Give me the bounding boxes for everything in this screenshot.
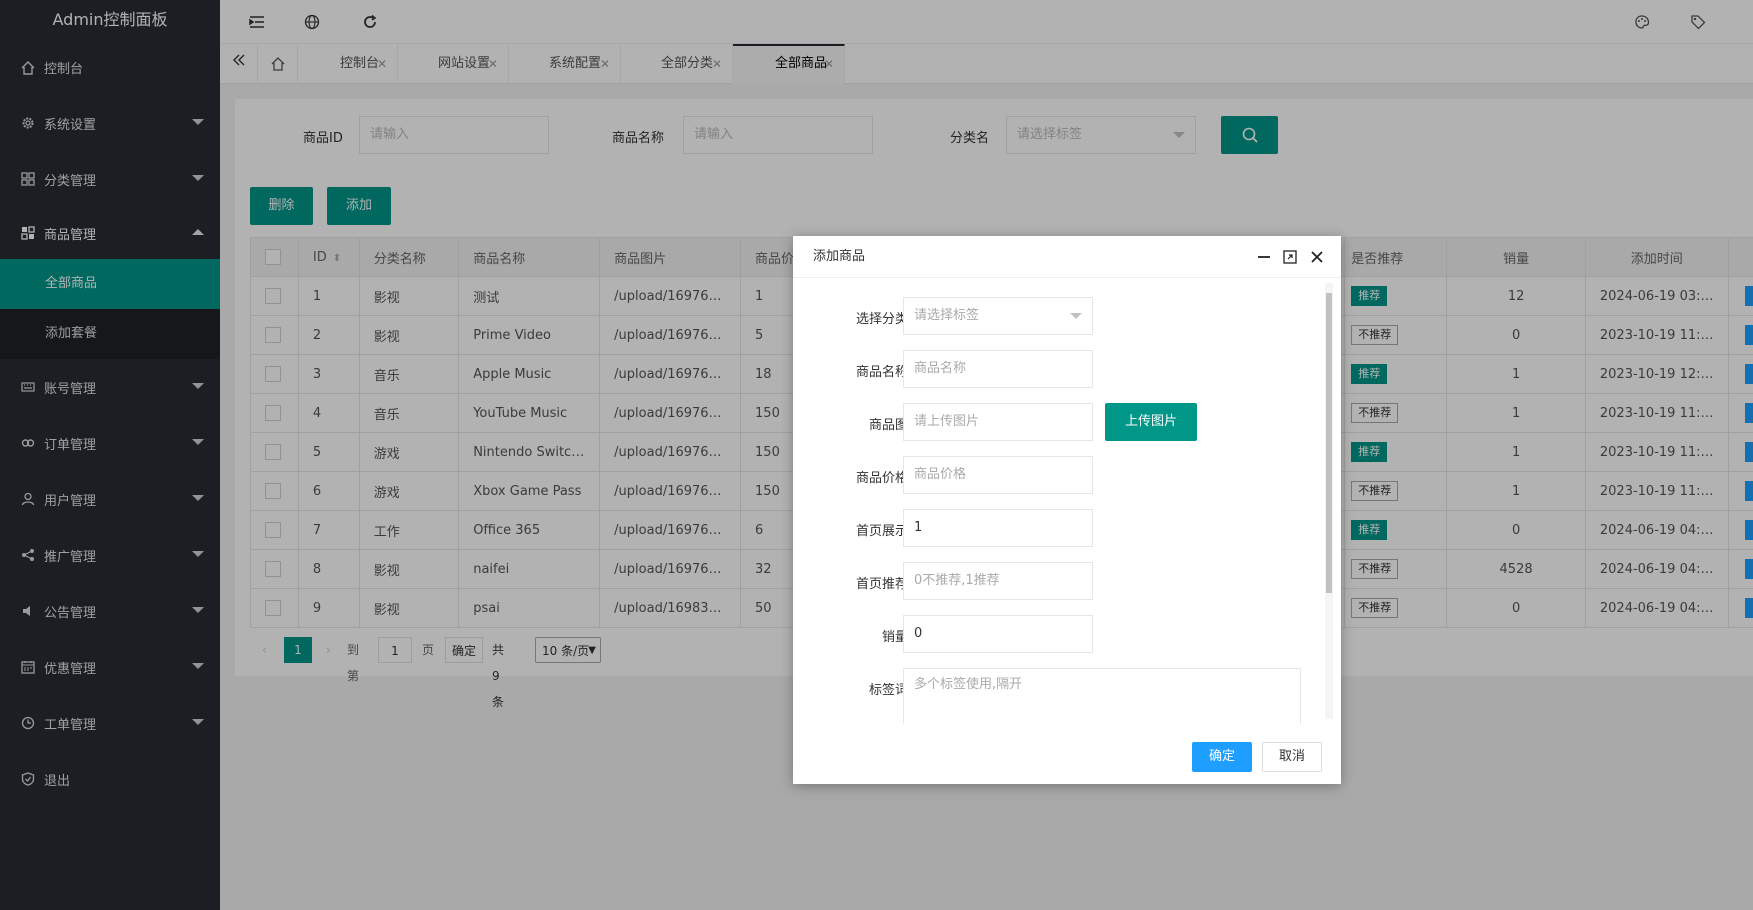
maximize-icon[interactable] — [1280, 247, 1300, 267]
scrollbar-thumb[interactable] — [1326, 293, 1332, 593]
field-home-recommend-input[interactable]: 0不推荐,1推荐 — [903, 562, 1093, 600]
close-icon[interactable] — [1307, 247, 1327, 267]
field-category-label: 选择分类 — [855, 312, 908, 327]
field-sales-label: 销量 — [881, 630, 908, 645]
dialog-body: 选择分类 请选择标签 商品名称 商品名称 商品图 请上传图片 上传图片 商品价格… — [793, 279, 1341, 724]
dialog-title: 添加商品 — [813, 249, 866, 264]
field-image-input[interactable]: 请上传图片 — [903, 403, 1093, 441]
field-home-display-input[interactable]: 1 — [903, 509, 1093, 547]
dialog-scrollbar[interactable] — [1325, 283, 1333, 719]
dialog-title-bar: 添加商品 — [793, 236, 1341, 278]
field-price-label: 商品价格 — [855, 471, 908, 486]
cancel-button[interactable]: 取消 — [1262, 742, 1322, 772]
confirm-button[interactable]: 确定 — [1192, 742, 1252, 772]
field-name-label: 商品名称 — [855, 365, 908, 380]
field-category-select[interactable]: 请选择标签 — [903, 297, 1093, 335]
field-price-input[interactable]: 商品价格 — [903, 456, 1093, 494]
field-home-display-label: 首页展示 — [855, 524, 908, 539]
upload-image-button[interactable]: 上传图片 — [1105, 403, 1197, 441]
field-tags-textarea[interactable]: 多个标签使用,隔开 — [903, 668, 1301, 724]
minimize-icon[interactable] — [1254, 247, 1274, 267]
field-sales-input[interactable]: 0 — [903, 615, 1093, 653]
field-image-label: 商品图 — [868, 418, 908, 433]
field-home-recommend-label: 首页推荐 — [855, 577, 908, 592]
field-name-input[interactable]: 商品名称 — [903, 350, 1093, 388]
chevron-down-icon — [1070, 313, 1082, 319]
add-product-dialog: 添加商品 选择分类 请选择标签 商品名称 商品名称 商品图 请上传图片 上传图片… — [793, 236, 1341, 784]
field-tags-label: 标签词 — [868, 683, 908, 698]
